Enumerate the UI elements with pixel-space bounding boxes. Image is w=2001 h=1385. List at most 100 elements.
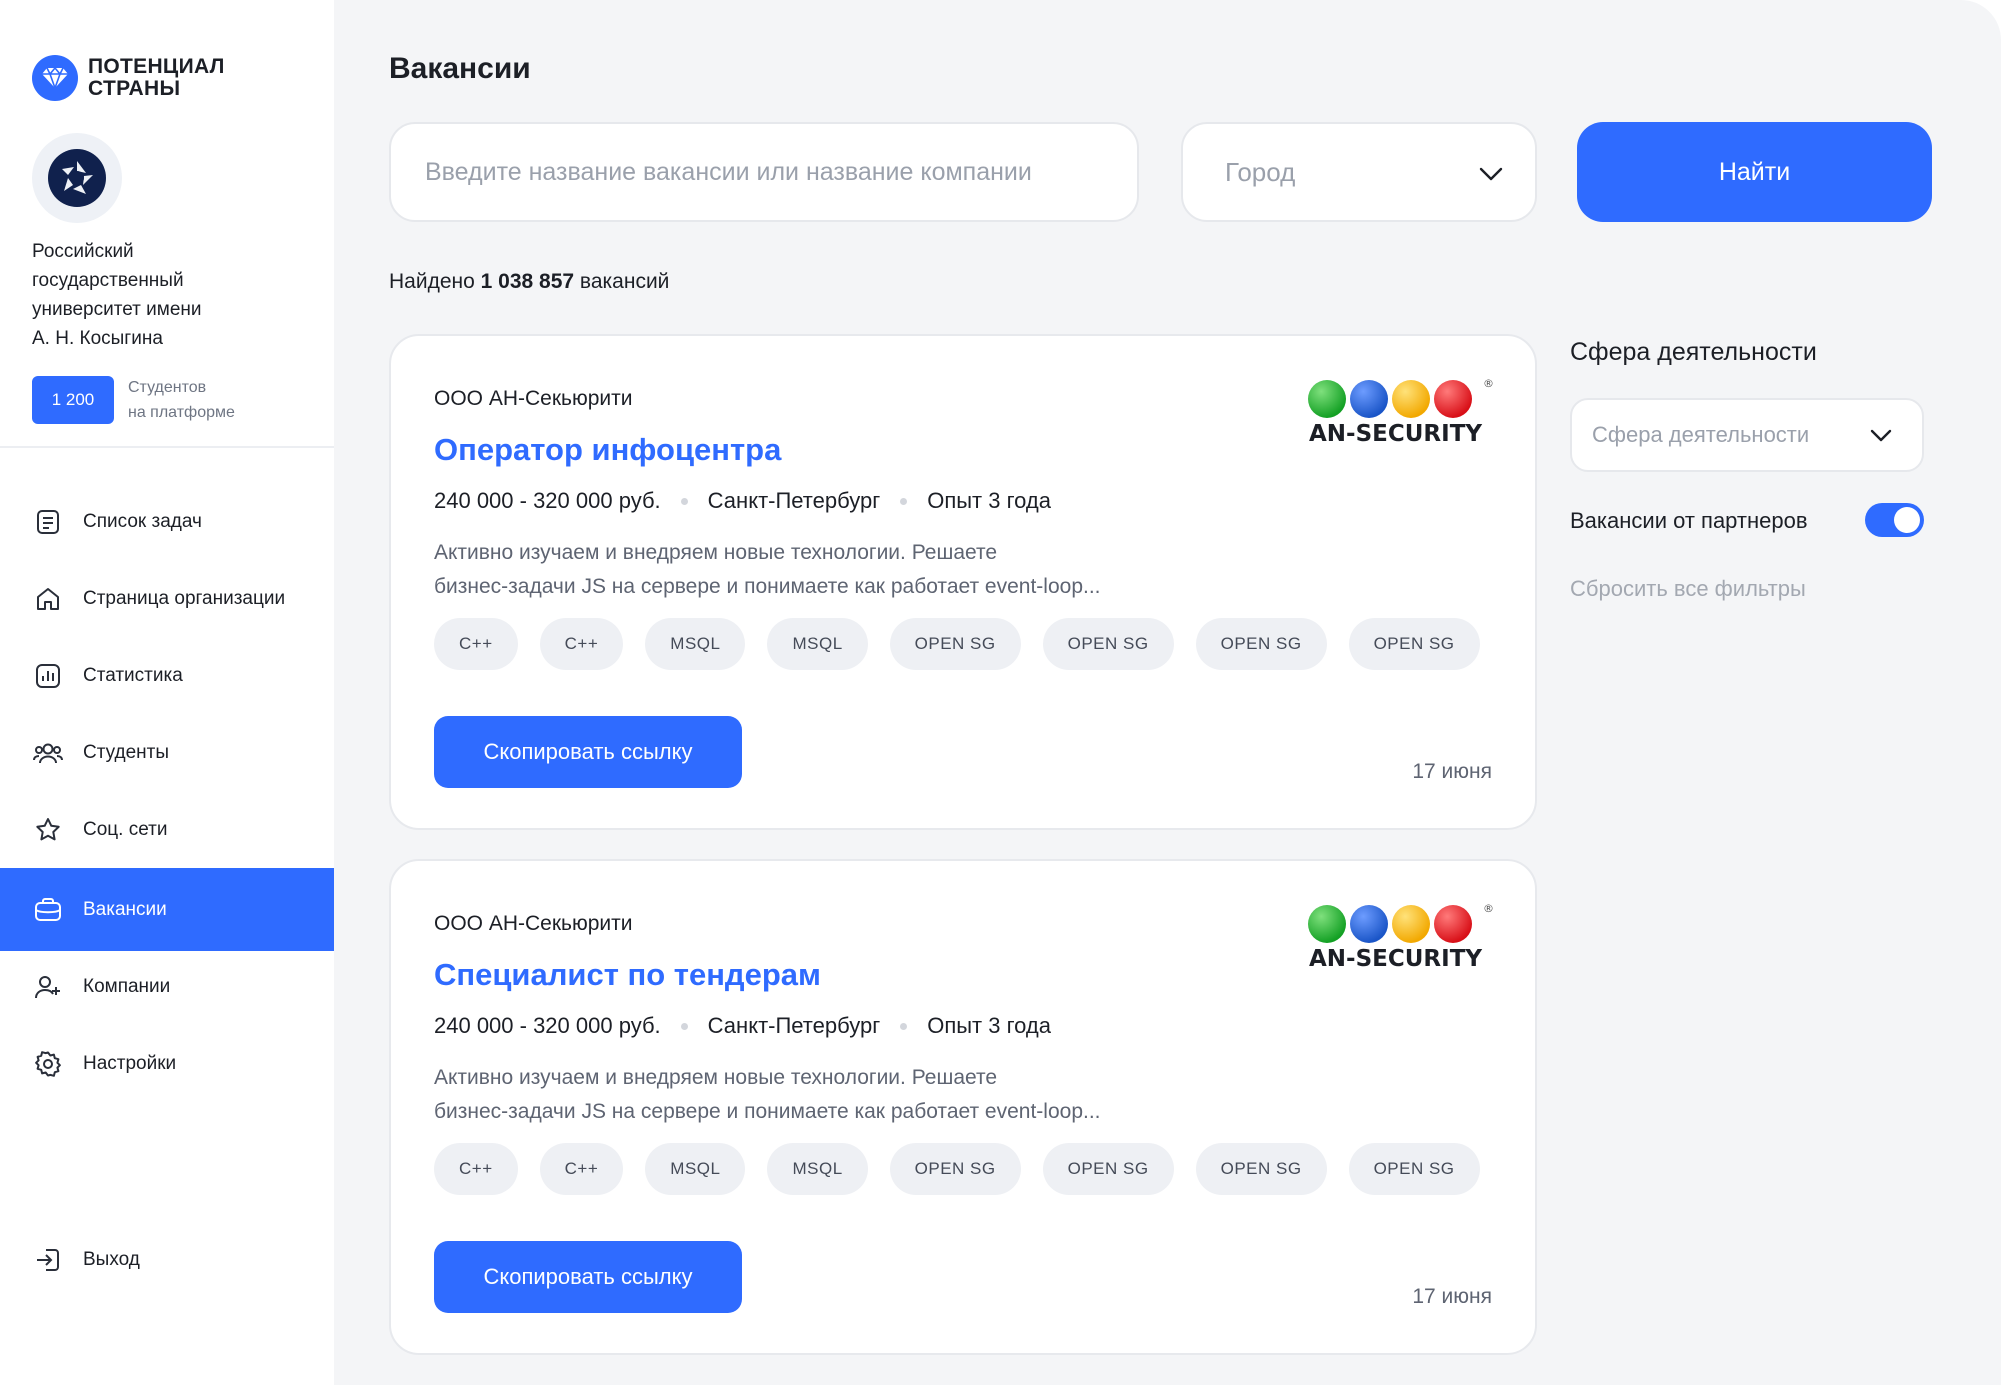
logout-label: Выход (83, 1248, 140, 1270)
vacancy-card: ООО АН-Секьюрити Оператор инфоцентра 240… (389, 334, 1537, 830)
briefcase-icon (32, 894, 64, 926)
vacancy-meta: 240 000 - 320 000 руб. Санкт-Петербург О… (434, 488, 1051, 514)
toggle-knob (1894, 507, 1920, 533)
copy-link-button[interactable]: Скопировать ссылку (434, 1241, 742, 1313)
sidebar-item-settings[interactable]: Настройки (0, 1022, 334, 1105)
vacancy-title[interactable]: Специалист по тендерам (434, 957, 821, 993)
sidebar-item-social[interactable]: Соц. сети (0, 788, 334, 871)
vacancy-description: Активно изучаем и внедряем новые техноло… (434, 536, 1234, 604)
sidebar-item-label: Вакансии (83, 898, 167, 920)
skill-tag: C++ (434, 1143, 518, 1195)
sidebar-divider (0, 446, 334, 448)
skill-tag: MSQL (767, 618, 868, 670)
sidebar: ПОТЕНЦИАЛ СТРАНЫ Российский государствен… (0, 0, 334, 1385)
vacancy-salary: 240 000 - 320 000 руб. (434, 488, 661, 513)
org-name-line: университет имени (32, 299, 202, 320)
brand-name: ПОТЕНЦИАЛ СТРАНЫ (88, 56, 225, 100)
vacancy-meta: 240 000 - 320 000 руб. Санкт-Петербург О… (434, 1013, 1051, 1039)
copy-link-button[interactable]: Скопировать ссылку (434, 716, 742, 788)
brand[interactable]: ПОТЕНЦИАЛ СТРАНЫ (32, 55, 225, 101)
svg-text:®: ® (1483, 377, 1493, 390)
org-name: Российский государственный университет и… (32, 237, 302, 353)
meta-separator (900, 1022, 908, 1030)
logo-text: AN-SECURITY (1309, 946, 1482, 972)
logout-icon (32, 1244, 64, 1276)
sidebar-item-companies[interactable]: Компании (0, 945, 334, 1028)
results-suffix: вакансий (579, 270, 670, 293)
skill-tag: OPEN SG (1195, 1143, 1327, 1195)
gear-icon (32, 1048, 64, 1080)
chart-icon (32, 660, 64, 692)
company-logo: ® AN-SECURITY (1307, 377, 1494, 447)
task-list-icon (32, 506, 64, 538)
org-name-line: государственный (32, 270, 184, 291)
vacancy-experience: Опыт 3 года (927, 1013, 1051, 1038)
sidebar-item-label: Список задач (83, 510, 202, 532)
star-icon (32, 814, 64, 846)
vacancy-description-line: Активно изучаем и внедряем новые техноло… (434, 541, 998, 564)
chevron-down-icon (1479, 157, 1503, 188)
skill-tag: C++ (434, 618, 518, 670)
vacancy-experience: Опыт 3 года (927, 488, 1051, 513)
home-icon (32, 583, 64, 615)
partners-toggle[interactable] (1865, 503, 1924, 537)
vacancy-tags: C++ C++ MSQL MSQL OPEN SG OPEN SG OPEN S… (434, 618, 1480, 670)
sidebar-item-tasks[interactable]: Список задач (0, 480, 334, 563)
org-avatar (32, 133, 122, 223)
vacancy-city: Санкт-Петербург (707, 488, 881, 513)
skill-tag: OPEN SG (1195, 618, 1327, 670)
skill-tag: MSQL (767, 1143, 868, 1195)
meta-separator (680, 497, 688, 505)
city-select-value: Город (1225, 156, 1296, 187)
vacancy-description: Активно изучаем и внедряем новые техноло… (434, 1061, 1234, 1129)
students-label-line: Студентов (128, 379, 207, 396)
search-field[interactable] (389, 122, 1139, 222)
company-logo: ® AN-SECURITY (1307, 902, 1494, 972)
students-label-line: на платформе (128, 404, 235, 421)
skill-tag: C++ (539, 1143, 624, 1195)
sphere-select[interactable]: Сфера деятельности (1570, 398, 1924, 472)
sidebar-item-label: Соц. сети (83, 818, 168, 840)
students-count-badge: 1 200 (32, 376, 114, 424)
meta-separator (900, 497, 908, 505)
sidebar-item-vacancies[interactable]: Вакансии (0, 868, 334, 951)
vacancy-date: 17 июня (1412, 760, 1492, 783)
logo-text: AN-SECURITY (1309, 421, 1482, 447)
org-name-line: А. Н. Косыгина (32, 328, 163, 349)
sidebar-item-organization[interactable]: Страница организации (0, 557, 334, 640)
students-label: Студентов на платформе (128, 375, 235, 425)
skill-tag: OPEN SG (889, 618, 1021, 670)
sidebar-item-label: Студенты (83, 741, 170, 763)
brand-line-2: СТРАНЫ (88, 77, 181, 100)
results-prefix: Найдено (389, 270, 475, 293)
search-input[interactable] (423, 156, 1105, 188)
students-counter: 1 200 Студентов на платформе (32, 375, 235, 425)
diamond-logo-icon (32, 55, 78, 101)
sidebar-item-students[interactable]: Студенты (0, 711, 334, 794)
skill-tag: MSQL (645, 1143, 746, 1195)
vacancy-date: 17 июня (1412, 1285, 1492, 1308)
city-select[interactable]: Город (1181, 122, 1537, 222)
sidebar-item-label: Страница организации (83, 587, 286, 609)
results-number: 1 038 857 (480, 270, 575, 293)
sphere-select-value: Сфера деятельности (1592, 422, 1810, 447)
vacancy-title[interactable]: Оператор инфоцентра (434, 432, 781, 468)
skill-tag: C++ (539, 618, 624, 670)
vacancy-company: ООО АН-Секьюрити (434, 912, 633, 935)
vacancy-description-line: бизнес-задачи JS на сервере и понимаете … (434, 575, 1101, 598)
skill-tag: MSQL (645, 618, 746, 670)
reset-filters-link[interactable]: Сбросить все фильтры (1570, 576, 1806, 602)
sidebar-item-label: Настройки (83, 1052, 177, 1074)
sidebar-item-label: Компании (83, 975, 171, 997)
vacancy-description-line: бизнес-задачи JS на сервере и понимаете … (434, 1100, 1101, 1123)
vacancy-card: ООО АН-Секьюрити Специалист по тендерам … (389, 859, 1537, 1355)
vacancy-salary: 240 000 - 320 000 руб. (434, 1013, 661, 1038)
find-button[interactable]: Найти (1577, 122, 1932, 222)
vacancy-city: Санкт-Петербург (707, 1013, 881, 1038)
skill-tag: OPEN SG (1042, 618, 1174, 670)
sidebar-item-label: Статистика (83, 664, 183, 686)
brand-line-1: ПОТЕНЦИАЛ (88, 55, 225, 78)
sidebar-item-statistics[interactable]: Статистика (0, 634, 334, 717)
logout-button[interactable]: Выход (0, 1218, 334, 1301)
vacancy-tags: C++ C++ MSQL MSQL OPEN SG OPEN SG OPEN S… (434, 1143, 1480, 1195)
